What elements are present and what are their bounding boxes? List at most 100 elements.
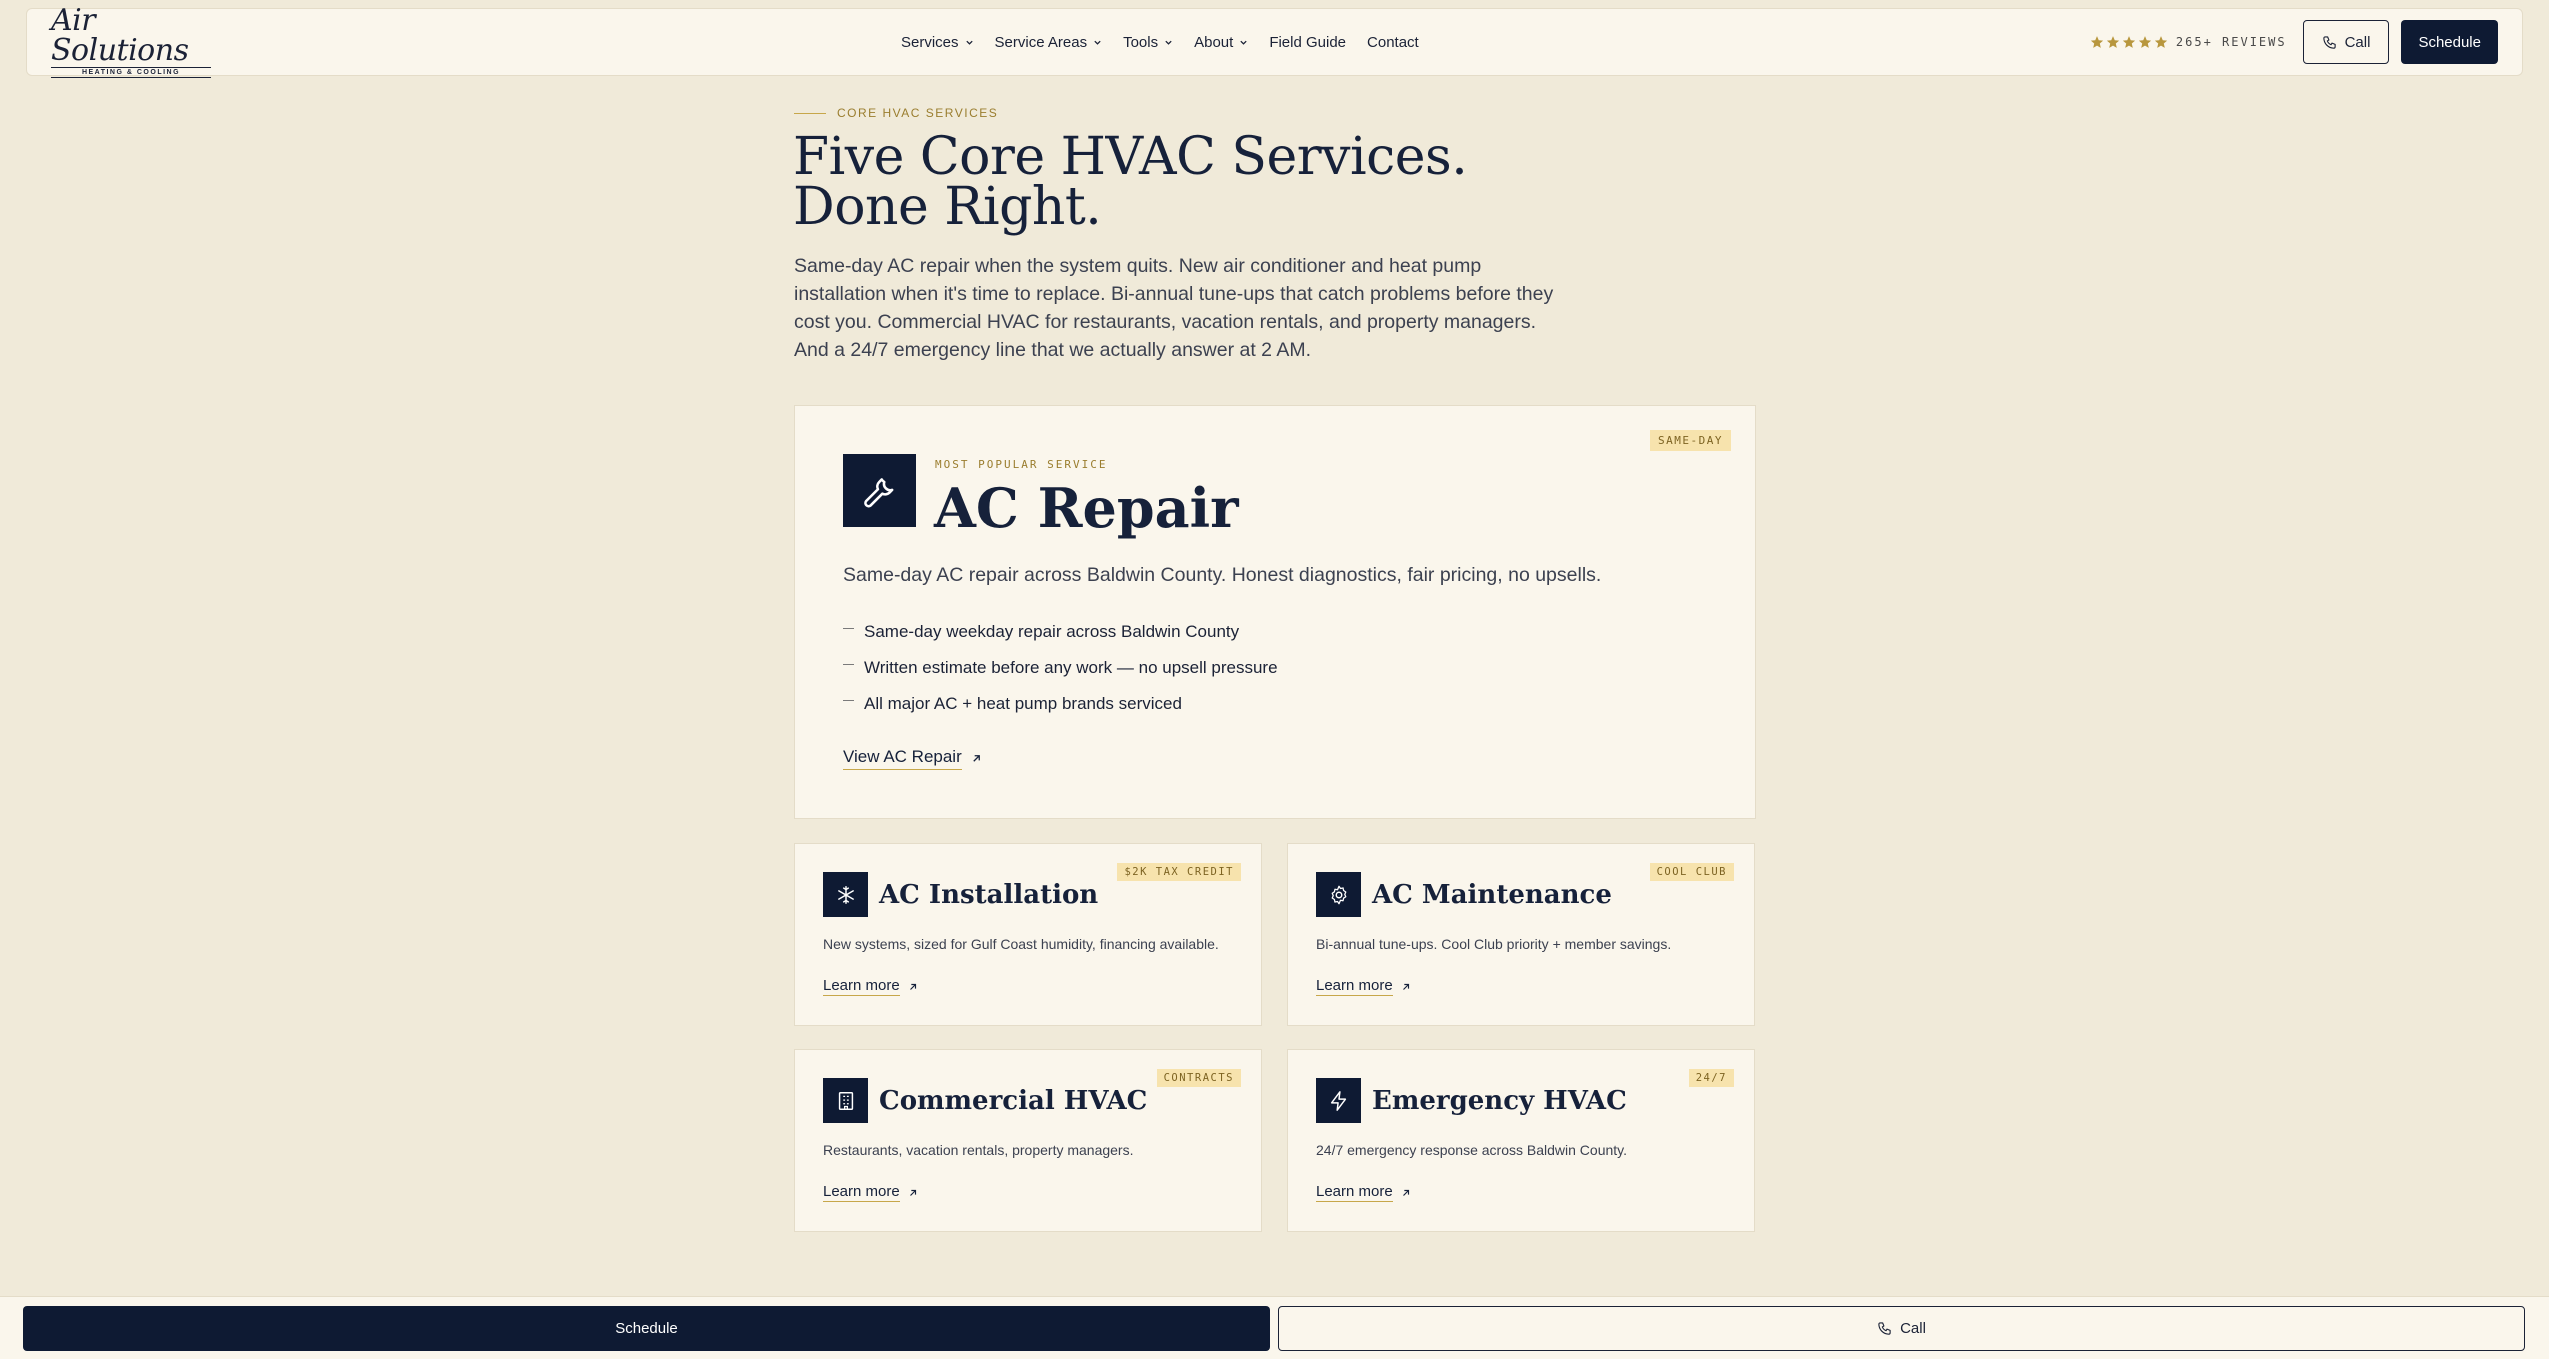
service-badge: SAME-DAY: [1650, 430, 1731, 451]
main-nav: Services Service Areas Tools About Field…: [901, 34, 1419, 51]
call-label: Call: [1900, 1320, 1926, 1337]
link-label: Learn more: [823, 977, 900, 996]
learn-more-link[interactable]: Learn more: [1316, 977, 1411, 996]
arrow-up-right-icon: [973, 755, 980, 762]
card-description: Restaurants, vacation rentals, property …: [823, 1142, 1134, 1158]
nav-label: Field Guide: [1269, 33, 1347, 51]
link-label: View AC Repair: [843, 747, 962, 770]
star-icon: [2106, 36, 2120, 48]
phone-icon: [1878, 1322, 1891, 1335]
view-ac-repair-link[interactable]: View AC Repair: [843, 747, 982, 770]
call-label: Call: [2344, 33, 2371, 51]
eyebrow-text: CORE HVAC SERVICES: [837, 106, 999, 120]
logo-tagline: HEATING & COOLING: [51, 67, 211, 78]
reviews-count[interactable]: 265+ REVIEWS: [2176, 35, 2287, 49]
schedule-label: Schedule: [2418, 33, 2481, 51]
learn-more-link[interactable]: Learn more: [823, 977, 918, 996]
star-icon: [2154, 36, 2168, 48]
service-card-ac-maintenance: COOL CLUB AC Maintenance Bi-annual tune-…: [1287, 843, 1755, 1026]
service-icon-box: [1316, 1078, 1361, 1123]
service-icon-box: [823, 1078, 868, 1123]
featured-title: AC Repair: [934, 476, 1239, 540]
nav-label: Service Areas: [994, 33, 1088, 51]
link-label: Learn more: [1316, 1183, 1393, 1202]
nav-about[interactable]: About: [1194, 34, 1248, 51]
learn-more-link[interactable]: Learn more: [823, 1183, 918, 1202]
chevron-down-icon: [1240, 40, 1247, 45]
service-badge: CONTRACTS: [1156, 1069, 1241, 1087]
card-title: AC Maintenance: [1372, 880, 1612, 910]
nav-services[interactable]: Services: [901, 34, 974, 51]
nav-label: Contact: [1367, 33, 1419, 51]
arrow-up-right-icon: [909, 1189, 916, 1196]
lightning-icon: [1330, 1090, 1346, 1111]
list-item: All major AC + heat pump brands serviced: [843, 686, 1278, 722]
list-item: Same-day weekday repair across Baldwin C…: [843, 614, 1278, 650]
service-badge: $2K TAX CREDIT: [1117, 863, 1241, 881]
nav-field-guide[interactable]: Field Guide: [1269, 34, 1346, 51]
bullet-text: All major AC + heat pump brands serviced: [864, 694, 1182, 713]
snowflake-icon: [837, 885, 854, 904]
star-icon: [2090, 36, 2104, 48]
nav-label: Tools: [1123, 33, 1159, 51]
star-icon: [2138, 36, 2152, 48]
page-title: Five Core HVAC Services. Done Right.: [793, 127, 1468, 237]
arrow-up-right-icon: [1402, 983, 1409, 990]
logo-wordmark: Air Solutions: [51, 3, 189, 68]
bullet-text: Written estimate before any work — no up…: [864, 658, 1278, 677]
nav-contact[interactable]: Contact: [1367, 34, 1419, 51]
schedule-button-bottom[interactable]: Schedule: [23, 1306, 1270, 1351]
service-card-emergency-hvac: 24/7 Emergency HVAC 24/7 emergency respo…: [1287, 1049, 1755, 1232]
dash-marker: [843, 663, 854, 665]
logo[interactable]: Air Solutions HEATING & COOLING: [51, 6, 221, 78]
chevron-down-icon: [1094, 40, 1101, 45]
service-card-ac-installation: $2K TAX CREDIT AC Installation New syste…: [794, 843, 1262, 1026]
featured-eyebrow: MOST POPULAR SERVICE: [935, 458, 1108, 471]
card-title: Commercial HVAC: [879, 1086, 1148, 1116]
card-title: AC Installation: [879, 880, 1099, 910]
schedule-label: Schedule: [615, 1320, 678, 1337]
list-item: Written estimate before any work — no up…: [843, 650, 1278, 686]
call-button-bottom[interactable]: Call: [1278, 1306, 2525, 1351]
building-icon: [838, 1091, 853, 1110]
arrow-up-right-icon: [1402, 1189, 1409, 1196]
gear-icon: [1331, 885, 1346, 904]
dash-marker: [843, 699, 854, 701]
nav-tools[interactable]: Tools: [1123, 34, 1173, 51]
service-card-commercial-hvac: CONTRACTS Commercial HVAC Restaurants, v…: [794, 1049, 1262, 1232]
section-eyebrow: CORE HVAC SERVICES: [794, 106, 998, 120]
chevron-down-icon: [965, 40, 973, 45]
featured-service-card: SAME-DAY MOST POPULAR SERVICE AC Repair …: [794, 405, 1756, 819]
wrench-icon: [863, 477, 893, 507]
hero-description: Same-day AC repair when the system quits…: [794, 255, 1554, 361]
nav-label: About: [1194, 33, 1234, 51]
service-badge: COOL CLUB: [1649, 863, 1734, 881]
service-icon-box: [1316, 872, 1361, 917]
eyebrow-divider: [794, 112, 826, 114]
card-description: Bi-annual tune-ups. Cool Club priority +…: [1316, 936, 1672, 952]
link-label: Learn more: [1316, 977, 1393, 996]
site-header: Air Solutions HEATING & COOLING Services…: [26, 6, 2523, 78]
nav-service-areas[interactable]: Service Areas: [995, 34, 1103, 51]
service-icon-box: [843, 454, 916, 527]
phone-icon: [2322, 35, 2336, 49]
sticky-cta-bar: Schedule Call: [0, 1296, 2549, 1359]
nav-label: Services: [901, 33, 959, 51]
link-label: Learn more: [823, 1183, 900, 1202]
chevron-down-icon: [1165, 40, 1172, 45]
card-description: New systems, sized for Gulf Coast humidi…: [823, 936, 1219, 952]
call-button[interactable]: Call: [2302, 20, 2390, 64]
header-actions: 265+ REVIEWS Call Schedule: [2090, 20, 2498, 64]
bullet-text: Same-day weekday repair across Baldwin C…: [864, 622, 1240, 641]
learn-more-link[interactable]: Learn more: [1316, 1183, 1411, 1202]
schedule-button[interactable]: Schedule: [2401, 20, 2498, 64]
card-title: Emergency HVAC: [1372, 1086, 1627, 1116]
rating-stars: 265+ REVIEWS: [2090, 35, 2287, 49]
featured-bullets: Same-day weekday repair across Baldwin C…: [843, 614, 1278, 722]
featured-description: Same-day AC repair across Baldwin County…: [843, 564, 1602, 586]
dash-marker: [843, 627, 854, 629]
star-icon: [2122, 36, 2136, 48]
arrow-up-right-icon: [909, 983, 916, 990]
service-badge: 24/7: [1688, 1069, 1734, 1087]
service-icon-box: [823, 872, 868, 917]
